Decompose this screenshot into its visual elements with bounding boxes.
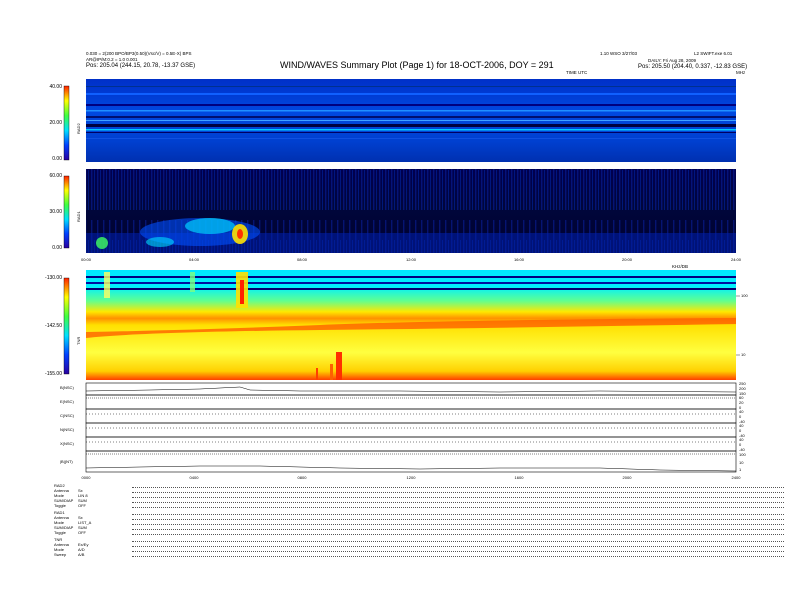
lower-time-axis-label: 2400 — [731, 475, 741, 480]
subpanel-label-bmag: |B|(NT) — [60, 459, 73, 464]
rad2-colorbar — [63, 85, 70, 161]
settings-key: Toggle — [54, 503, 66, 508]
tnr-colorbar — [63, 277, 70, 375]
tnr-label: TNR — [76, 336, 81, 345]
tnr-tick-bottom: -155.00 — [45, 371, 62, 377]
rad2-tick-top: 40.00 — [49, 84, 62, 90]
time-axis-label: 04:00 — [188, 257, 199, 262]
tnr-right-tick-10: 10 — [741, 352, 746, 357]
tnr-tick-top: -130.00 — [45, 275, 62, 281]
settings-val: OFF — [78, 503, 86, 508]
subpanel-right-tick: 100 — [739, 452, 746, 457]
time-axis-label: 12:00 — [405, 257, 416, 262]
settings-key: Sweep — [54, 552, 67, 557]
waves-summary-plot — [63, 79, 740, 473]
settings-val: OFF — [78, 530, 86, 535]
lower-time-axis-label: 1200 — [406, 475, 416, 480]
subpanel-label-n: N(NSC) — [60, 427, 74, 432]
rad1-tick-bottom: 0.00 — [52, 245, 62, 251]
lower-time-axis-label: 0800 — [297, 475, 307, 480]
rad1-label: RAD1 — [76, 211, 81, 222]
rad2-tick-mid: 20.00 — [49, 120, 62, 126]
lower-time-axis-label: 0400 — [189, 475, 199, 480]
subpanel-label-x: X(NSC) — [60, 441, 74, 446]
time-axis-label: 24:00 — [730, 257, 741, 262]
subpanel-label-e: E(NSC) — [60, 399, 74, 404]
time-axis-label: 00:00 — [80, 257, 91, 262]
rad1-colorbar — [63, 175, 70, 249]
subpanel-frames — [85, 382, 737, 473]
lower-time-axis-label: 1600 — [514, 475, 524, 480]
rad2-label: RAD2 — [76, 123, 81, 134]
subpanel-label-c: C(NSC) — [60, 413, 74, 418]
time-axis-label: 16:00 — [513, 257, 524, 262]
time-axis-label: 08:00 — [296, 257, 307, 262]
tnr-top-right-label: KHz/DB — [672, 264, 689, 269]
lower-time-axis-label: 2000 — [622, 475, 632, 480]
rad2-tick-bottom: 0.00 — [52, 156, 62, 162]
lower-time-axis-label: 0000 — [81, 475, 91, 480]
subpanel-right-tick: 1 — [739, 467, 742, 472]
rad1-tick-top: 60.00 — [49, 173, 62, 179]
tnr-right-tick-100: 100 — [741, 293, 748, 298]
settings-key: Toggle — [54, 530, 66, 535]
subpanel-right-tick: 10 — [739, 460, 744, 465]
settings-val: A/B — [78, 552, 85, 557]
tnr-tick-mid: -142.50 — [45, 323, 62, 329]
subpanel-label-b: B(NSC) — [60, 385, 74, 390]
time-axis-label: 20:00 — [621, 257, 632, 262]
rad1-tick-mid: 30.00 — [49, 209, 62, 215]
subpanel-traces — [85, 386, 737, 472]
